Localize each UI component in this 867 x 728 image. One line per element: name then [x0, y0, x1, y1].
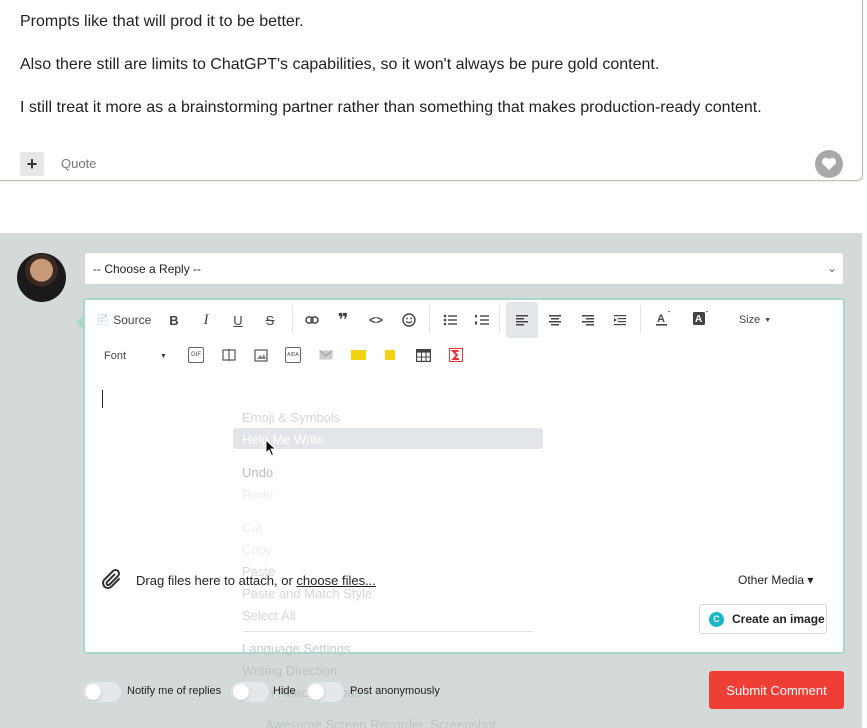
- mail-icon[interactable]: [317, 346, 335, 364]
- post-paragraph-2: Also there still are limits to ChatGPT's…: [20, 56, 660, 73]
- shortcode-icon[interactable]: [447, 346, 465, 364]
- bullet-list-icon[interactable]: [441, 310, 459, 330]
- caret-down-icon: ▼: [160, 352, 167, 360]
- hide-label: Hide: [273, 685, 296, 697]
- paperclip-icon: [100, 567, 124, 596]
- aida-icon[interactable]: AIDA: [285, 347, 301, 363]
- size-label: Size: [738, 314, 761, 326]
- mouse-pointer-icon: [265, 438, 277, 462]
- table-icon[interactable]: [414, 346, 432, 364]
- attach-text: Drag files here to attach, or choose fil…: [136, 573, 376, 588]
- choose-reply-value: -- Choose a Reply --: [93, 262, 202, 276]
- context-item-redo: Redo: [242, 487, 274, 502]
- plus-button[interactable]: +: [20, 152, 44, 176]
- toolbar-divider: [292, 305, 293, 333]
- compare-icon[interactable]: [220, 346, 238, 364]
- bold-button[interactable]: B: [166, 310, 182, 330]
- context-item-undo[interactable]: Undo: [242, 465, 273, 480]
- source-button[interactable]: 📄 Source: [96, 310, 152, 330]
- other-media-dropdown[interactable]: Other Media ▾: [738, 573, 813, 587]
- context-item-copy: Copy: [242, 542, 273, 557]
- align-left-icon[interactable]: [506, 302, 538, 338]
- code-icon[interactable]: <>: [366, 310, 386, 330]
- context-item-paste-match[interactable]: Paste and Match Style: [242, 586, 372, 601]
- chevron-down-icon: ⌄: [826, 261, 837, 275]
- highlight-block-icon[interactable]: [349, 346, 367, 364]
- context-item-emoji[interactable]: Emoji & Symbols: [242, 410, 340, 425]
- numbered-list-icon[interactable]: [473, 310, 491, 330]
- align-right-icon[interactable]: [579, 310, 597, 330]
- toolbar-divider: [499, 305, 500, 333]
- underline-button[interactable]: U: [230, 310, 246, 330]
- anonymous-label: Post anonymously: [350, 685, 440, 697]
- link-icon[interactable]: [303, 310, 321, 330]
- user-avatar: [17, 253, 66, 302]
- toolbar-divider: [640, 305, 641, 333]
- context-item-recorder[interactable]: Awesome Screen Recorder, Screenshot: [265, 717, 496, 728]
- indent-icon[interactable]: [611, 310, 629, 330]
- attach-label: Drag files here to attach, or: [136, 573, 297, 588]
- heart-icon[interactable]: [815, 150, 843, 178]
- strikethrough-button[interactable]: S: [262, 310, 278, 330]
- create-image-button[interactable]: C Create an image: [699, 604, 827, 634]
- quote-icon[interactable]: ❞: [334, 310, 352, 330]
- quote-link[interactable]: Quote: [61, 156, 96, 171]
- toolbar-divider: [429, 305, 430, 333]
- size-dropdown[interactable]: Size ▼: [735, 310, 775, 330]
- context-item-language[interactable]: Language Settings: [242, 641, 350, 656]
- context-item-select-all[interactable]: Select All: [242, 608, 295, 623]
- svg-text:A: A: [657, 313, 665, 325]
- align-center-icon[interactable]: [546, 310, 564, 330]
- svg-text:A: A: [695, 314, 702, 325]
- canva-icon: C: [709, 611, 724, 627]
- font-label: Font: [104, 350, 127, 362]
- text-color-icon[interactable]: A: [651, 308, 673, 330]
- choose-files-link[interactable]: choose files...: [296, 573, 376, 588]
- source-label: Source: [113, 313, 152, 327]
- context-item-help-me-write[interactable]: Help Me Write: [242, 432, 324, 447]
- context-menu-divider: [242, 631, 534, 632]
- image-icon[interactable]: [252, 346, 270, 364]
- post-paragraph-1: Prompts like that will prod it to be bet…: [20, 13, 304, 30]
- context-item-cut: Cut: [242, 520, 263, 535]
- notify-toggle[interactable]: [83, 682, 121, 702]
- submit-comment-button[interactable]: Submit Comment: [709, 671, 844, 709]
- caret-down-icon: ▼: [764, 316, 772, 324]
- post-paragraph-3: I still treat it more as a brainstorming…: [20, 99, 762, 116]
- background-color-icon[interactable]: A: [689, 308, 711, 330]
- create-image-label: Create an image: [732, 612, 825, 626]
- hide-toggle[interactable]: [231, 682, 269, 702]
- context-item-writing-direction[interactable]: Writing Direction: [242, 663, 337, 678]
- italic-button[interactable]: I: [198, 310, 214, 330]
- notify-label: Notify me of replies: [127, 685, 222, 697]
- highlight-small-icon[interactable]: [381, 346, 399, 364]
- text-cursor: [102, 390, 103, 408]
- font-dropdown[interactable]: Font ▼: [104, 346, 170, 366]
- choose-reply-select[interactable]: -- Choose a Reply -- ⌄: [84, 252, 844, 285]
- anonymous-toggle[interactable]: [306, 682, 344, 702]
- emoji-icon[interactable]: [400, 310, 418, 330]
- source-icon: 📄: [96, 314, 110, 326]
- gif-icon[interactable]: GIF: [188, 347, 204, 363]
